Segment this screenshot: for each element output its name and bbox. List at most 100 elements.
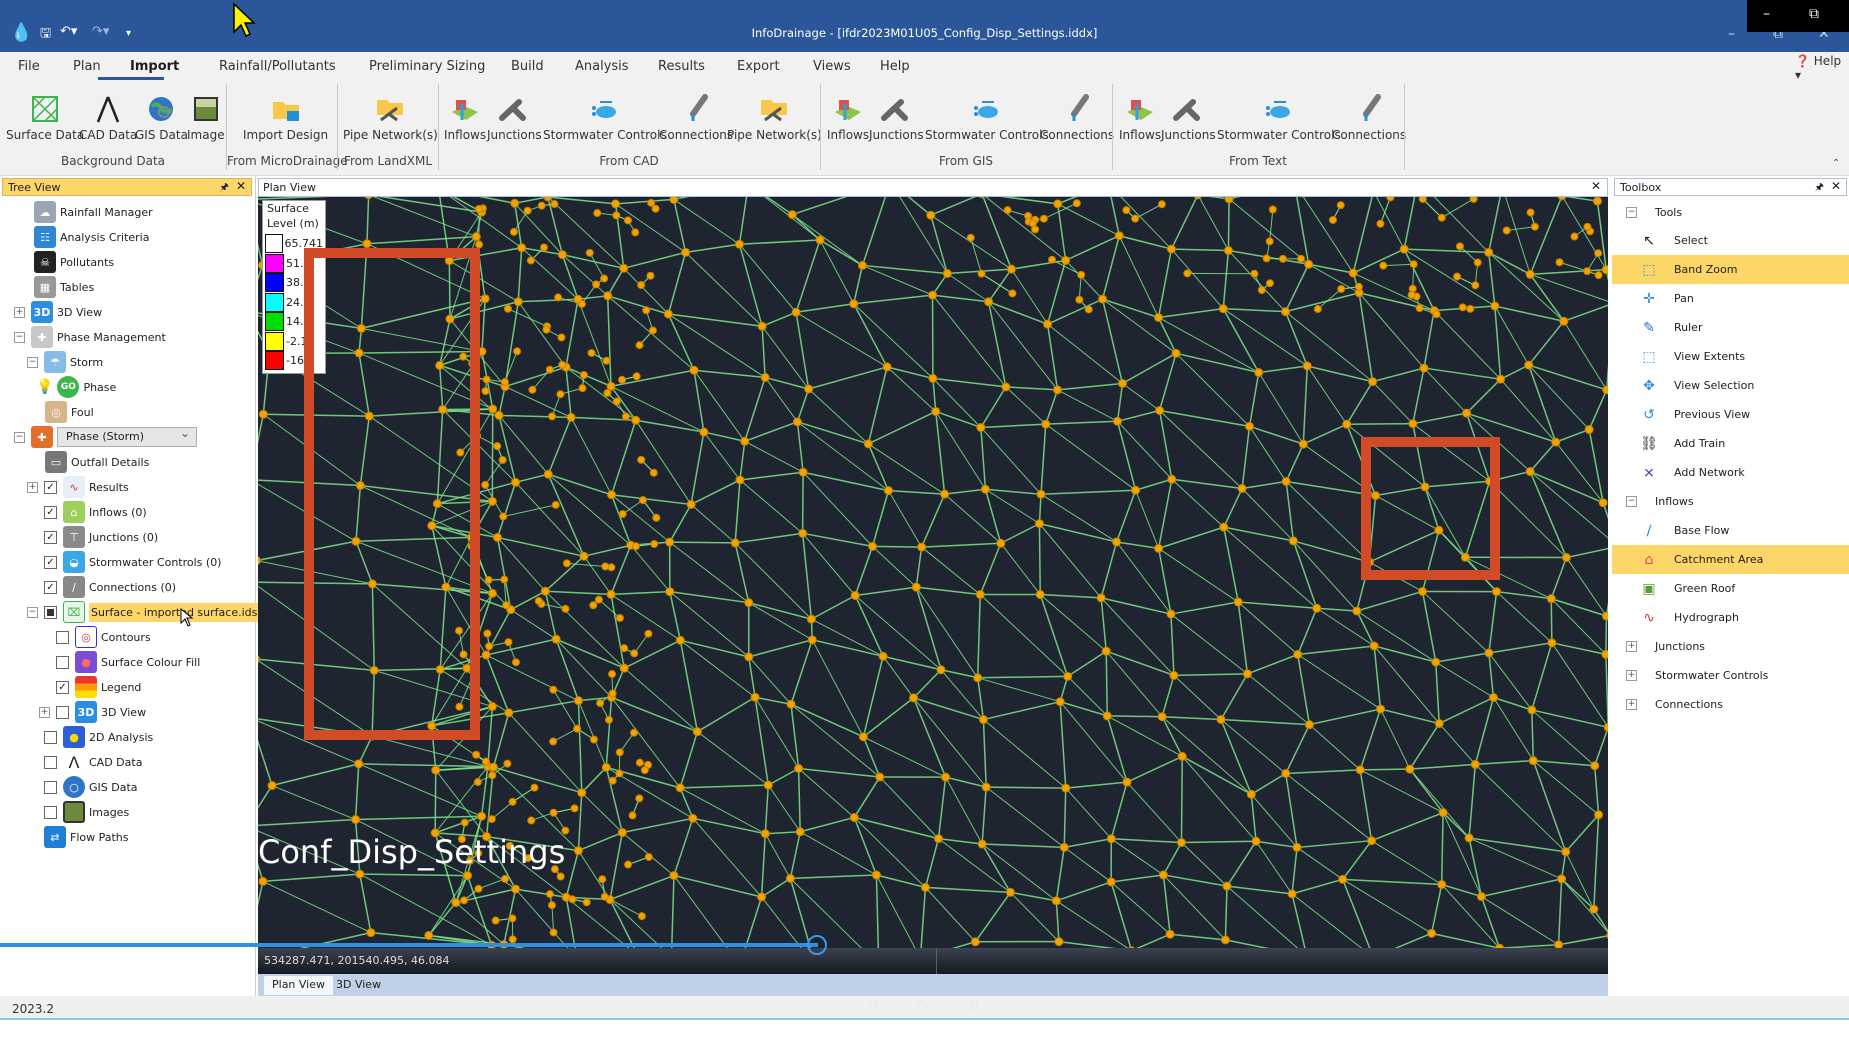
tool-green-roof[interactable]: ▣ Green Roof [1612, 574, 1849, 603]
tree-item-contours[interactable]: ◎ Contours [56, 626, 151, 648]
tool-previous-view[interactable]: ↺ Previous View [1612, 400, 1849, 429]
overlay-minimize-icon[interactable]: – [1763, 6, 1770, 22]
cad-inflows-button[interactable]: Inflows [444, 94, 486, 142]
checkbox[interactable] [44, 730, 57, 744]
tree-item-gis-data[interactable]: ○ GIS Data [44, 776, 138, 798]
tree-item-surface-3d-view[interactable]: +3D 3D View [39, 701, 146, 723]
tab-plan-view[interactable]: Plan View [264, 976, 334, 995]
tab-3d-view[interactable]: 3D View [328, 976, 389, 995]
gis-stormwater-controls-button[interactable]: Stormwater Controls [925, 94, 1049, 142]
checkbox[interactable]: ✓ [56, 680, 69, 694]
menu-build[interactable]: Build [511, 59, 544, 74]
tree-item-2d-analysis[interactable]: ● 2D Analysis [44, 726, 153, 748]
tree-item-connections[interactable]: ✓ ∕ Connections (0) [44, 576, 176, 598]
tree-item-phase-management[interactable]: − ✚ Phase Management [14, 326, 166, 348]
tree-item-stormwater-controls[interactable]: ✓ ◒ Stormwater Controls (0) [44, 551, 221, 573]
checkbox[interactable]: ✓ [44, 555, 57, 569]
expand-icon[interactable]: + [27, 481, 38, 493]
cad-connections-button[interactable]: Connections [659, 94, 733, 142]
tree-item-flow-paths[interactable]: ⇄ Flow Paths [44, 826, 129, 848]
menu-export[interactable]: Export [737, 59, 780, 74]
tool-view-selection[interactable]: ✥ View Selection [1612, 371, 1849, 400]
checkbox[interactable] [56, 705, 69, 719]
checkbox[interactable]: ✓ [44, 580, 57, 594]
cad-stormwater-controls-button[interactable]: Stormwater Controls [543, 94, 667, 142]
collapse-icon[interactable]: − [1626, 206, 1637, 218]
menu-help[interactable]: Help [880, 59, 910, 74]
minimize-button[interactable]: – [1728, 26, 1735, 42]
tool-select[interactable]: ↖ Select [1612, 226, 1849, 255]
tree-item-junctions[interactable]: ✓ ⊤ Junctions (0) [44, 526, 158, 548]
tool-view-extents[interactable]: ⬚ View Extents [1612, 342, 1849, 371]
cad-junctions-button[interactable]: Junctions [487, 94, 542, 142]
menu-plan[interactable]: Plan [73, 59, 101, 74]
phase-dropdown[interactable]: Phase (Storm) [57, 426, 197, 447]
tree-item-inflows[interactable]: ✓ ⌂ Inflows (0) [44, 501, 147, 523]
menu-preliminary-sizing[interactable]: Preliminary Sizing [369, 59, 485, 74]
tree-item-legend[interactable]: ✓ Legend [56, 676, 141, 698]
overlay-restore-icon[interactable]: ⧉ [1809, 6, 1819, 22]
expand-icon[interactable]: + [1626, 669, 1637, 681]
tree-item-analysis-criteria[interactable]: ☷ Analysis Criteria [34, 226, 149, 248]
expand-icon[interactable]: + [14, 306, 25, 318]
tool-base-flow[interactable]: ∕ Base Flow [1612, 516, 1849, 545]
checkbox[interactable] [44, 755, 57, 769]
collapse-icon[interactable]: − [14, 431, 25, 443]
tool-catchment-area[interactable]: ⌂ Catchment Area [1612, 545, 1849, 574]
tree-item-storm[interactable]: − ☂ Storm [27, 351, 103, 373]
checkbox[interactable] [56, 655, 69, 669]
close-plan-view-icon[interactable]: ✕ [1591, 179, 1601, 193]
tool-band-zoom[interactable]: ⬚ Band Zoom [1612, 255, 1849, 284]
menu-analysis[interactable]: Analysis [575, 59, 629, 74]
cad-data-button[interactable]: CAD Data [79, 94, 137, 142]
tree-item-results[interactable]: + ✓ ∿ Results [27, 476, 129, 498]
gis-junctions-button[interactable]: Junctions [869, 94, 924, 142]
toolbox-group-stormwater-controls[interactable]: + Stormwater Controls [1626, 661, 1768, 689]
tool-pan[interactable]: ✛ Pan [1612, 284, 1849, 313]
tree-item-phase[interactable]: 💡 GO Phase [36, 376, 116, 398]
tree-item-3d-view[interactable]: +3D 3D View [14, 301, 102, 323]
tree-item-outfall-details[interactable]: ▭ Outfall Details [45, 451, 149, 473]
video-progress-bar[interactable] [0, 943, 818, 947]
text-connections-button[interactable]: Connections [1332, 94, 1406, 142]
gis-inflows-button[interactable]: Inflows [827, 94, 869, 142]
rewind-icon[interactable]: ↺ [868, 998, 880, 1014]
close-icon[interactable]: ✕ [236, 179, 246, 193]
close-icon[interactable]: ✕ [1831, 179, 1841, 193]
tree-item-surface-colour-fill[interactable]: ● Surface Colour Fill [56, 651, 200, 673]
tree-item-images[interactable]: Images [44, 801, 129, 823]
tool-add-network[interactable]: ⨯ Add Network [1612, 458, 1849, 487]
menu-file[interactable]: File [18, 59, 40, 74]
toolbox-group-inflows[interactable]: − Inflows [1626, 487, 1694, 515]
image-button[interactable]: Image [187, 94, 225, 142]
menu-views[interactable]: Views [813, 59, 851, 74]
text-junctions-button[interactable]: Junctions [1161, 94, 1216, 142]
gis-data-button[interactable]: GIS Data [135, 94, 188, 142]
import-design-button[interactable]: Import Design [243, 94, 328, 142]
pin-icon[interactable]: 🖈 [220, 180, 229, 197]
expand-icon[interactable]: + [1626, 698, 1637, 710]
collapse-icon[interactable]: − [27, 356, 38, 368]
checkbox-partial[interactable] [44, 605, 57, 619]
expand-icon[interactable]: + [1626, 640, 1637, 652]
toolbox-group-connections[interactable]: + Connections [1626, 690, 1723, 718]
checkbox[interactable]: ✓ [44, 505, 57, 519]
tree-item-rainfall-manager[interactable]: ☁ Rainfall Manager [34, 201, 153, 223]
expand-icon[interactable]: + [39, 706, 50, 718]
checkbox[interactable]: ✓ [44, 480, 57, 494]
collapse-icon[interactable]: − [14, 331, 25, 343]
toolbox-group-junctions[interactable]: + Junctions [1626, 632, 1705, 660]
landxml-pipe-networks-button[interactable]: Pipe Network(s) [343, 94, 438, 142]
pin-icon[interactable]: 🖈 [1815, 180, 1824, 197]
menu-rainfall-pollutants[interactable]: Rainfall/Pollutants [219, 59, 336, 74]
tree-item-tables[interactable]: ▦ Tables [34, 276, 94, 298]
video-progress-handle[interactable] [807, 935, 827, 955]
surface-data-button[interactable]: Surface Data [6, 94, 84, 142]
text-inflows-button[interactable]: Inflows [1119, 94, 1161, 142]
tree-item-foul[interactable]: ◎ Foul [45, 401, 94, 423]
menu-results[interactable]: Results [658, 59, 705, 74]
help-button[interactable]: ❓ Help ▾ [1795, 54, 1849, 82]
text-stormwater-controls-button[interactable]: Stormwater Controls [1217, 94, 1341, 142]
tool-ruler[interactable]: ✎ Ruler [1612, 313, 1849, 342]
cad-pipe-networks-button[interactable]: Pipe Network(s) [727, 94, 822, 142]
